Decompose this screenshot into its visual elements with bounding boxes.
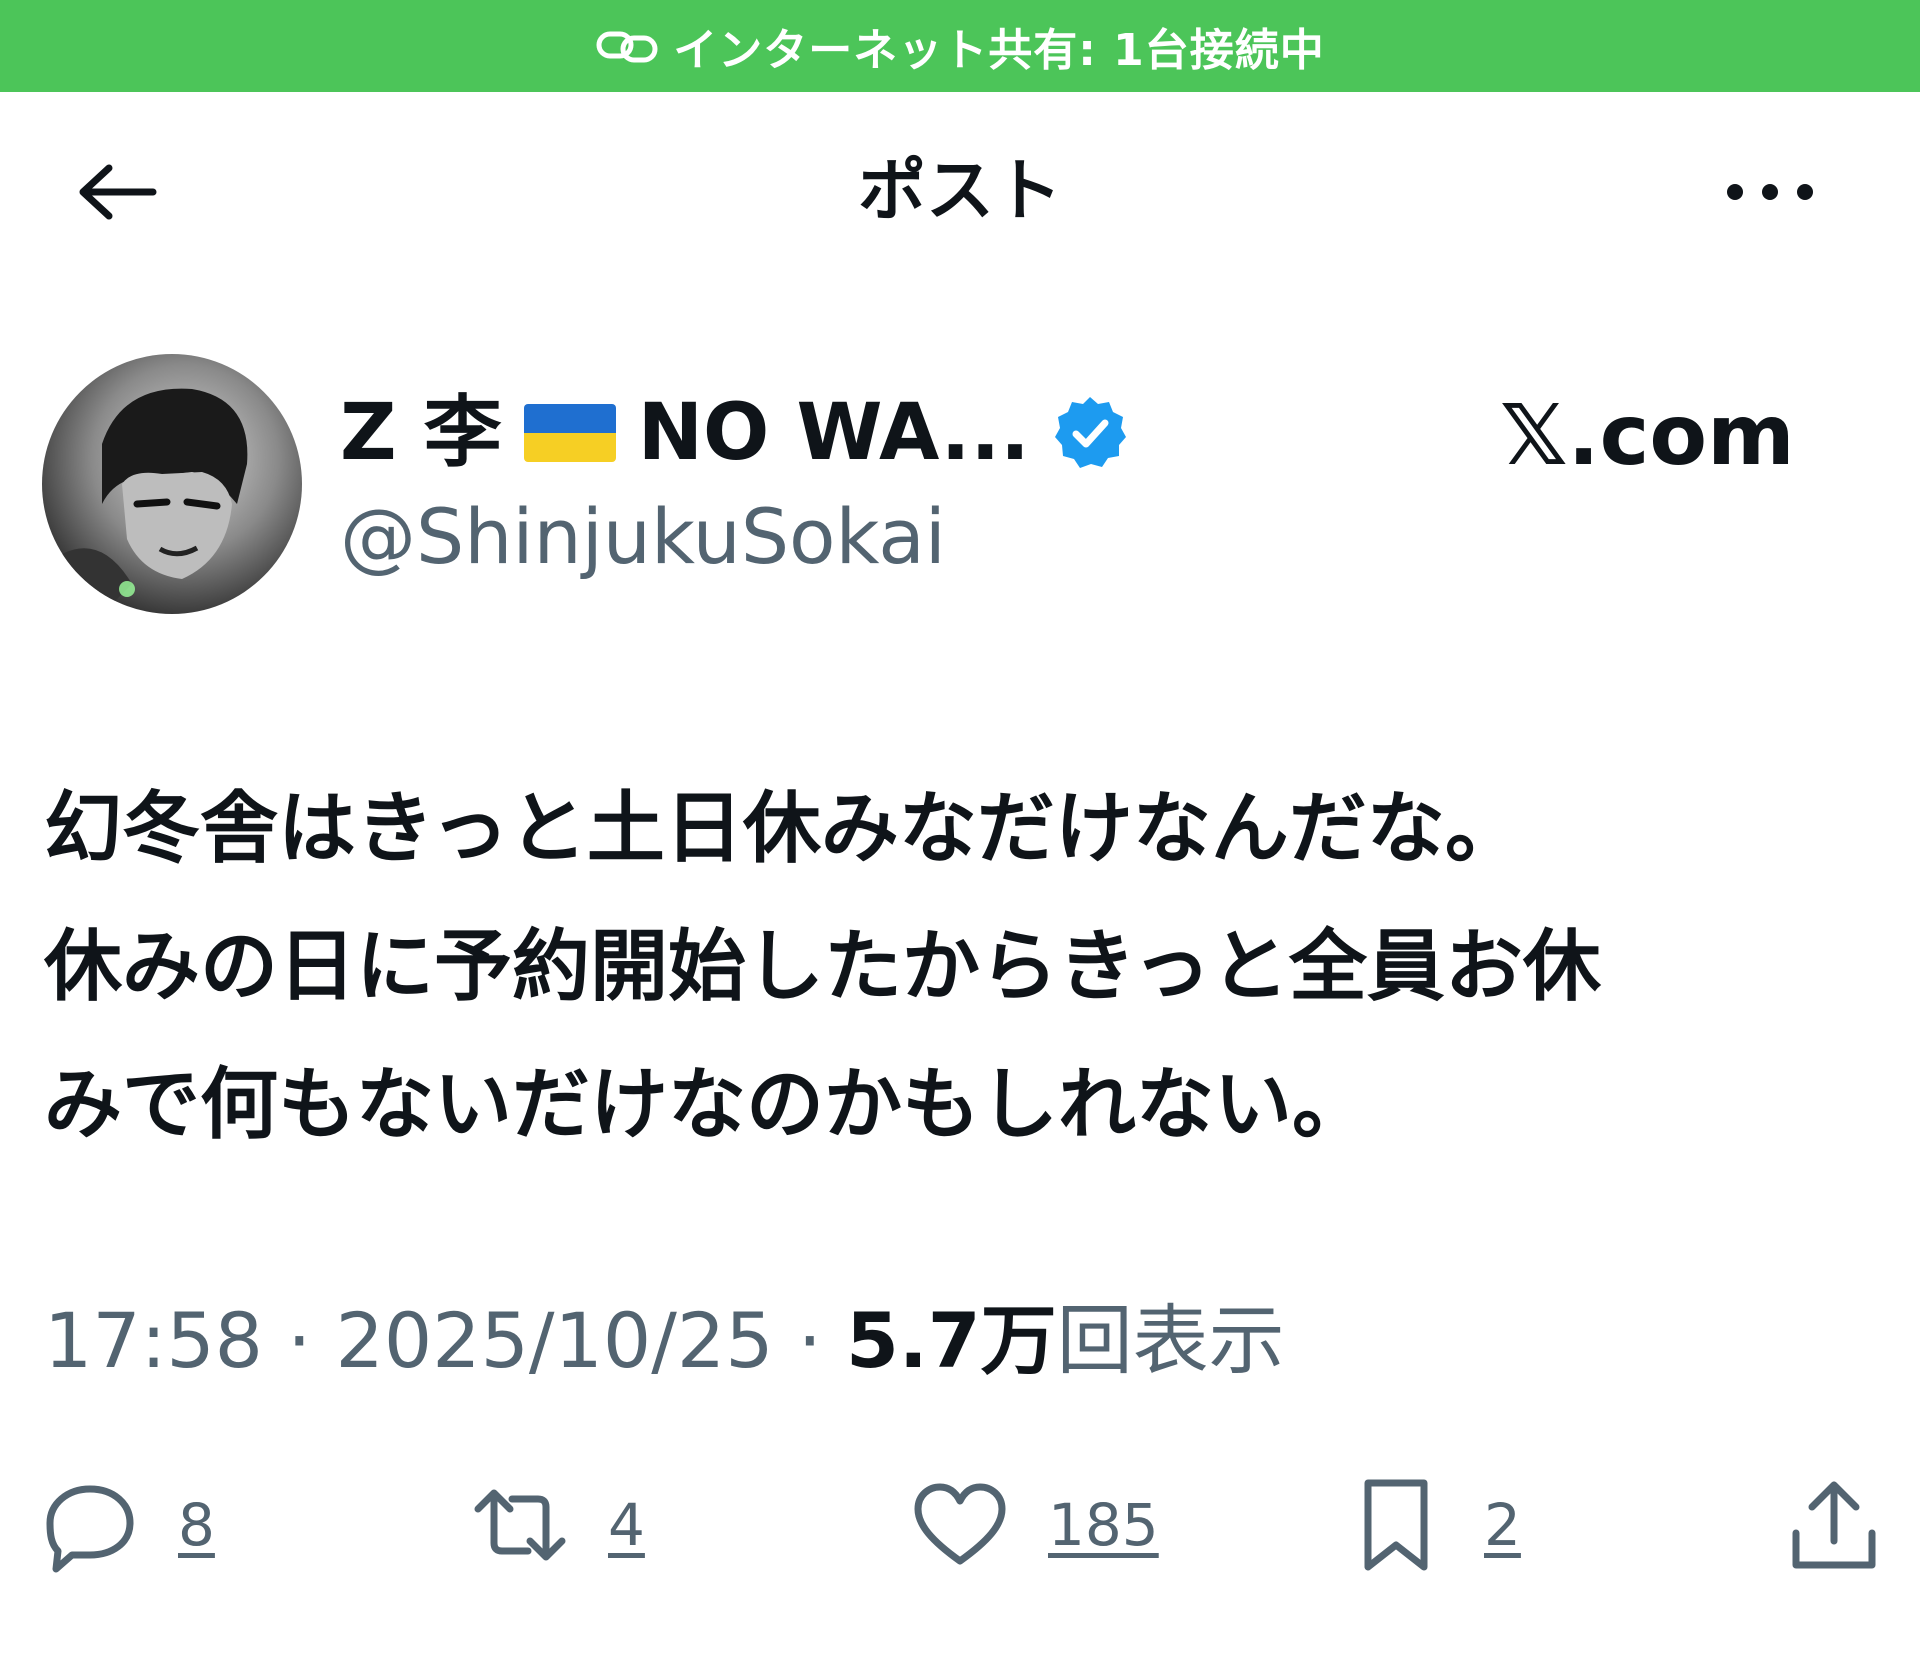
more-options-button[interactable]: [1710, 152, 1830, 232]
views-label[interactable]: 回表示: [1057, 1296, 1285, 1385]
like-button[interactable]: 185: [912, 1470, 1159, 1580]
xcom-watermark: 𝕏.com: [1500, 386, 1795, 484]
bookmark-button[interactable]: 2: [1348, 1470, 1521, 1580]
personal-hotspot-bar[interactable]: インターネット共有: 1台接続中: [0, 0, 1920, 92]
display-name-row[interactable]: Z 李 NO WA...: [340, 388, 1128, 478]
tweet-time[interactable]: 17:58: [44, 1296, 263, 1385]
more-horizontal-icon: [1727, 184, 1813, 200]
repost-button[interactable]: 4: [472, 1470, 645, 1580]
heart-icon: [914, 1483, 1006, 1565]
share-icon: [1792, 1481, 1876, 1569]
tweet-date[interactable]: 2025/10/25: [336, 1296, 774, 1385]
views-count[interactable]: 5.7万: [846, 1296, 1057, 1385]
bookmark-icon: [1364, 1479, 1428, 1571]
meta-separator: ·: [263, 1296, 336, 1385]
tweet-line: 休みの日に予約開始したからきっと全員お休: [44, 922, 1601, 1012]
top-navigation: ポスト: [0, 92, 1920, 292]
display-name-part2: NO WA...: [637, 388, 1030, 478]
link-icon: [595, 26, 659, 66]
tweet-meta: 17:58 · 2025/10/25 · 5.7万回表示: [44, 1296, 1285, 1386]
ukraine-flag: [523, 404, 616, 462]
author-header: Z 李 NO WA... @ShinjukuSokai 𝕏.com: [0, 350, 1920, 620]
bookmark-count: 2: [1484, 1491, 1521, 1559]
action-bar: 8 4 185 2: [0, 1470, 1920, 1580]
repost-icon: [474, 1489, 566, 1561]
tweet-line: 幻冬舎はきっと土日休みなだけなんだな。: [44, 784, 1523, 874]
page-title: ポスト: [857, 152, 1062, 231]
reply-count: 8: [178, 1491, 215, 1559]
avatar[interactable]: [42, 354, 302, 614]
display-name-part1: Z 李: [340, 388, 502, 478]
tweet-line: みで何もないだけなのかもしれない。: [44, 1060, 1371, 1150]
hotspot-text: インターネット共有: 1台接続中: [673, 25, 1325, 76]
like-count: 185: [1048, 1491, 1159, 1559]
user-handle[interactable]: @ShinjukuSokai: [340, 492, 946, 582]
reply-button[interactable]: 8: [42, 1470, 215, 1580]
meta-separator: ·: [773, 1296, 847, 1385]
tweet-text: 幻冬舎はきっと土日休みなだけなんだな。 休みの日に予約開始したからきっと全員お休…: [44, 760, 1884, 1174]
repost-count: 4: [608, 1491, 645, 1559]
share-button[interactable]: [1786, 1470, 1882, 1580]
reply-icon: [46, 1485, 134, 1573]
verified-badge-icon: [1052, 395, 1128, 471]
